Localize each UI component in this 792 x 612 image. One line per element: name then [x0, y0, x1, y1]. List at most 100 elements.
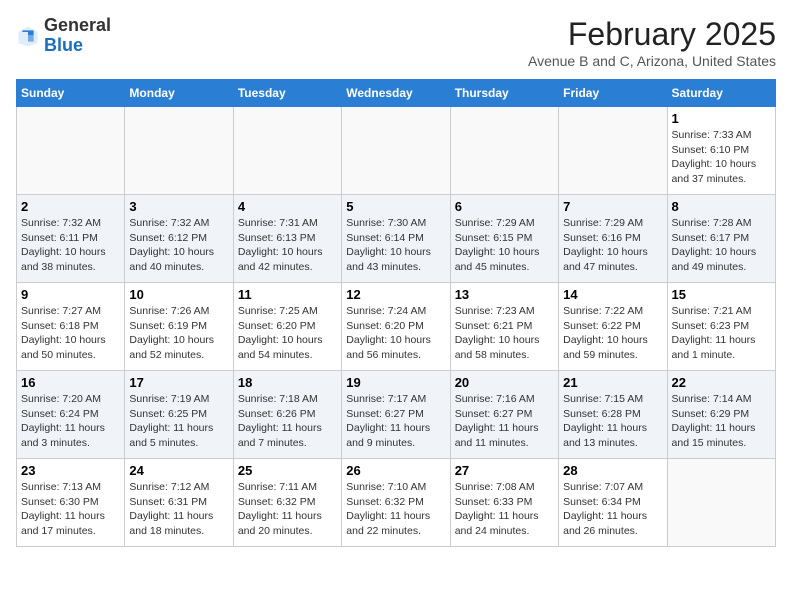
empty-cell [559, 107, 667, 195]
empty-cell [450, 107, 558, 195]
day-detail: Sunrise: 7:28 AM Sunset: 6:17 PM Dayligh… [672, 216, 771, 275]
empty-cell [233, 107, 341, 195]
day-detail: Sunrise: 7:13 AM Sunset: 6:30 PM Dayligh… [21, 480, 120, 539]
col-saturday: Saturday [667, 80, 775, 107]
calendar-table: Sunday Monday Tuesday Wednesday Thursday… [16, 79, 776, 547]
week-row-5: 23 Sunrise: 7:13 AM Sunset: 6:30 PM Dayli… [17, 459, 776, 547]
day-number: 14 [563, 287, 662, 302]
day-detail: Sunrise: 7:29 AM Sunset: 6:16 PM Dayligh… [563, 216, 662, 275]
day-detail: Sunrise: 7:17 AM Sunset: 6:27 PM Dayligh… [346, 392, 445, 451]
month-year: February 2025 [528, 16, 776, 53]
logo: General Blue [16, 16, 111, 56]
day-detail: Sunrise: 7:22 AM Sunset: 6:22 PM Dayligh… [563, 304, 662, 363]
day-cell-20: 20 Sunrise: 7:16 AM Sunset: 6:27 PM Dayli… [450, 371, 558, 459]
day-number: 24 [129, 463, 228, 478]
day-detail: Sunrise: 7:16 AM Sunset: 6:27 PM Dayligh… [455, 392, 554, 451]
day-number: 8 [672, 199, 771, 214]
day-number: 15 [672, 287, 771, 302]
day-cell-13: 13Sunrise: 7:23 AM Sunset: 6:21 PM Dayli… [450, 283, 558, 371]
day-number: 22 [672, 375, 771, 390]
empty-cell [342, 107, 450, 195]
day-detail: Sunrise: 7:30 AM Sunset: 6:14 PM Dayligh… [346, 216, 445, 275]
day-number: 12 [346, 287, 445, 302]
day-number: 19 [346, 375, 445, 390]
day-detail: Sunrise: 7:15 AM Sunset: 6:28 PM Dayligh… [563, 392, 662, 451]
logo-text: General Blue [44, 16, 111, 56]
day-detail: Sunrise: 7:10 AM Sunset: 6:32 PM Dayligh… [346, 480, 445, 539]
day-cell-26: 26 Sunrise: 7:10 AM Sunset: 6:32 PM Dayli… [342, 459, 450, 547]
day-number: 6 [455, 199, 554, 214]
col-tuesday: Tuesday [233, 80, 341, 107]
day-cell-21: 21 Sunrise: 7:15 AM Sunset: 6:28 PM Dayli… [559, 371, 667, 459]
day-detail: Sunrise: 7:23 AM Sunset: 6:21 PM Dayligh… [455, 304, 554, 363]
day-number: 26 [346, 463, 445, 478]
day-number: 27 [455, 463, 554, 478]
col-monday: Monday [125, 80, 233, 107]
day-cell-12: 12 Sunrise: 7:24 AM Sunset: 6:20 PM Dayli… [342, 283, 450, 371]
day-cell-8: 8 Sunrise: 7:28 AM Sunset: 6:17 PM Daylig… [667, 195, 775, 283]
day-cell-18: 18 Sunrise: 7:18 AM Sunset: 6:26 PM Dayli… [233, 371, 341, 459]
col-wednesday: Wednesday [342, 80, 450, 107]
day-cell-24: 24 Sunrise: 7:12 AM Sunset: 6:31 PM Dayli… [125, 459, 233, 547]
day-number: 28 [563, 463, 662, 478]
day-number: 1 [672, 111, 771, 126]
day-cell-22: 22 Sunrise: 7:14 AM Sunset: 6:29 PM Dayli… [667, 371, 775, 459]
week-row-1: 1Sunrise: 7:33 AM Sunset: 6:10 PM Daylig… [17, 107, 776, 195]
day-number: 18 [238, 375, 337, 390]
week-row-3: 9 Sunrise: 7:27 AM Sunset: 6:18 PM Daylig… [17, 283, 776, 371]
col-friday: Friday [559, 80, 667, 107]
location: Avenue B and C, Arizona, United States [528, 53, 776, 69]
day-cell-14: 14 Sunrise: 7:22 AM Sunset: 6:22 PM Dayli… [559, 283, 667, 371]
day-cell-6: 6 Sunrise: 7:29 AM Sunset: 6:15 PM Daylig… [450, 195, 558, 283]
day-detail: Sunrise: 7:07 AM Sunset: 6:34 PM Dayligh… [563, 480, 662, 539]
col-sunday: Sunday [17, 80, 125, 107]
day-number: 20 [455, 375, 554, 390]
col-thursday: Thursday [450, 80, 558, 107]
day-cell-15: 15 Sunrise: 7:21 AM Sunset: 6:23 PM Dayli… [667, 283, 775, 371]
day-number: 23 [21, 463, 120, 478]
day-number: 11 [238, 287, 337, 302]
empty-cell [125, 107, 233, 195]
day-detail: Sunrise: 7:20 AM Sunset: 6:24 PM Dayligh… [21, 392, 120, 451]
day-cell-10: 10Sunrise: 7:26 AM Sunset: 6:19 PM Dayli… [125, 283, 233, 371]
day-detail: Sunrise: 7:11 AM Sunset: 6:32 PM Dayligh… [238, 480, 337, 539]
day-cell-7: 7 Sunrise: 7:29 AM Sunset: 6:16 PM Daylig… [559, 195, 667, 283]
day-number: 2 [21, 199, 120, 214]
day-detail: Sunrise: 7:21 AM Sunset: 6:23 PM Dayligh… [672, 304, 771, 363]
day-number: 7 [563, 199, 662, 214]
empty-cell [667, 459, 775, 547]
day-cell-1: 1Sunrise: 7:33 AM Sunset: 6:10 PM Daylig… [667, 107, 775, 195]
day-cell-9: 9 Sunrise: 7:27 AM Sunset: 6:18 PM Daylig… [17, 283, 125, 371]
day-detail: Sunrise: 7:14 AM Sunset: 6:29 PM Dayligh… [672, 392, 771, 451]
day-cell-11: 11 Sunrise: 7:25 AM Sunset: 6:20 PM Dayli… [233, 283, 341, 371]
week-row-4: 16 Sunrise: 7:20 AM Sunset: 6:24 PM Dayli… [17, 371, 776, 459]
day-cell-3: 3Sunrise: 7:32 AM Sunset: 6:12 PM Daylig… [125, 195, 233, 283]
day-number: 16 [21, 375, 120, 390]
day-cell-4: 4 Sunrise: 7:31 AM Sunset: 6:13 PM Daylig… [233, 195, 341, 283]
week-row-2: 2 Sunrise: 7:32 AM Sunset: 6:11 PM Daylig… [17, 195, 776, 283]
day-cell-17: 17Sunrise: 7:19 AM Sunset: 6:25 PM Dayli… [125, 371, 233, 459]
day-number: 21 [563, 375, 662, 390]
day-detail: Sunrise: 7:31 AM Sunset: 6:13 PM Dayligh… [238, 216, 337, 275]
day-number: 25 [238, 463, 337, 478]
page-header: General Blue February 2025 Avenue B and … [16, 16, 776, 69]
day-detail: Sunrise: 7:12 AM Sunset: 6:31 PM Dayligh… [129, 480, 228, 539]
day-detail: Sunrise: 7:32 AM Sunset: 6:11 PM Dayligh… [21, 216, 120, 275]
day-cell-23: 23 Sunrise: 7:13 AM Sunset: 6:30 PM Dayli… [17, 459, 125, 547]
empty-cell [17, 107, 125, 195]
day-detail: Sunrise: 7:25 AM Sunset: 6:20 PM Dayligh… [238, 304, 337, 363]
calendar-header-row: Sunday Monday Tuesday Wednesday Thursday… [17, 80, 776, 107]
day-detail: Sunrise: 7:24 AM Sunset: 6:20 PM Dayligh… [346, 304, 445, 363]
day-number: 5 [346, 199, 445, 214]
day-cell-19: 19 Sunrise: 7:17 AM Sunset: 6:27 PM Dayli… [342, 371, 450, 459]
day-detail: Sunrise: 7:19 AM Sunset: 6:25 PM Dayligh… [129, 392, 228, 451]
day-cell-28: 28 Sunrise: 7:07 AM Sunset: 6:34 PM Dayli… [559, 459, 667, 547]
day-detail: Sunrise: 7:18 AM Sunset: 6:26 PM Dayligh… [238, 392, 337, 451]
title-section: February 2025 Avenue B and C, Arizona, U… [528, 16, 776, 69]
day-detail: Sunrise: 7:29 AM Sunset: 6:15 PM Dayligh… [455, 216, 554, 275]
day-detail: Sunrise: 7:27 AM Sunset: 6:18 PM Dayligh… [21, 304, 120, 363]
day-detail: Sunrise: 7:08 AM Sunset: 6:33 PM Dayligh… [455, 480, 554, 539]
day-number: 10 [129, 287, 228, 302]
day-number: 9 [21, 287, 120, 302]
day-number: 4 [238, 199, 337, 214]
